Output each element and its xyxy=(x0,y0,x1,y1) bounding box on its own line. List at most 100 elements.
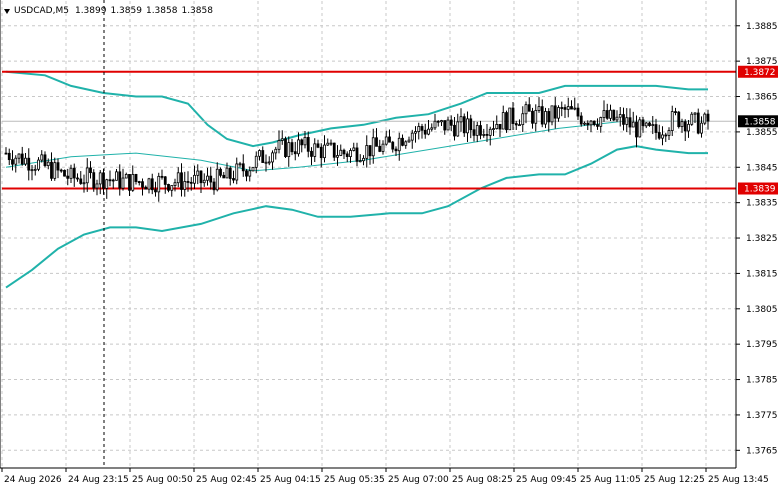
candle-body xyxy=(219,168,222,176)
candle-body xyxy=(332,142,336,158)
candle-body xyxy=(98,172,102,185)
candle-body xyxy=(602,110,606,118)
time-tick-label: 25 Aug 08:25 xyxy=(452,475,513,485)
candle-body xyxy=(24,157,27,165)
candle-body xyxy=(485,134,489,136)
candle-body xyxy=(176,172,180,184)
level-tag-label: 1.3872 xyxy=(744,68,776,78)
candle-body xyxy=(677,111,681,128)
candle-body xyxy=(433,120,437,129)
candle-body xyxy=(391,141,395,150)
candle-body xyxy=(378,145,382,152)
candle-body xyxy=(440,120,443,123)
candle-body xyxy=(173,182,177,186)
candle-body xyxy=(644,122,648,127)
quote-high: 1.3859 xyxy=(110,6,142,16)
time-tick-label: 25 Aug 00:50 xyxy=(132,475,193,485)
candle-body xyxy=(30,169,34,172)
candle-body xyxy=(56,162,60,171)
candle-body xyxy=(397,137,401,152)
candle-body xyxy=(108,179,112,182)
candle-body xyxy=(670,111,674,131)
candle-body xyxy=(319,146,323,159)
chart-window[interactable]: 1.3885 1.3875 1.3865 1.3855 1.3845 1.3835 1.38… xyxy=(0,0,781,489)
price-chart[interactable]: 1.3885 1.3875 1.3865 1.3855 1.3845 1.3835 1.38… xyxy=(0,0,781,489)
candle-body xyxy=(193,174,196,184)
time-tick-label: 25 Aug 04:15 xyxy=(260,475,321,485)
price-tick-label: 1.3825 xyxy=(746,234,778,244)
candle-body xyxy=(235,163,239,181)
candle-body xyxy=(615,116,619,121)
candle-body xyxy=(355,147,359,162)
candle-body xyxy=(628,117,632,128)
candle-body xyxy=(89,167,92,174)
candle-body xyxy=(82,182,86,185)
candle-body xyxy=(550,105,554,123)
dropdown-triangle-icon[interactable] xyxy=(4,8,10,14)
candle-body xyxy=(336,155,339,158)
candle-body xyxy=(121,177,125,189)
candle-body xyxy=(680,121,684,128)
candle-body xyxy=(323,144,326,159)
candle-body xyxy=(661,134,664,139)
candle-body xyxy=(59,169,63,172)
candle-body xyxy=(371,137,375,157)
candle-body xyxy=(352,147,356,151)
level-tag-label: 1.3839 xyxy=(744,185,776,195)
time-tick-label: 24 Aug 23:15 xyxy=(68,475,129,485)
price-tick-label: 1.3815 xyxy=(746,269,778,279)
candle-body xyxy=(388,136,391,143)
candle-body xyxy=(384,136,388,145)
candle-body xyxy=(381,143,385,152)
candle-body xyxy=(33,168,37,171)
candle-body xyxy=(547,111,551,123)
candle-body xyxy=(254,155,258,168)
candle-body xyxy=(189,181,193,184)
candle-body xyxy=(596,124,599,127)
candle-body xyxy=(592,120,596,126)
candle-body xyxy=(498,123,502,130)
candle-body xyxy=(339,149,343,156)
candle-body xyxy=(215,168,219,191)
price-axis[interactable]: 1.3885 1.3875 1.3865 1.3855 1.3845 1.3835 1.38… xyxy=(736,22,778,457)
candle-body xyxy=(563,107,567,110)
candle-body xyxy=(225,167,229,179)
price-tick-label: 1.3855 xyxy=(746,128,778,138)
candle-body xyxy=(238,163,242,166)
candle-body xyxy=(4,152,8,155)
candle-body xyxy=(53,162,57,179)
candle-body xyxy=(128,174,131,191)
candle-body xyxy=(586,122,590,126)
candle-body xyxy=(648,122,651,126)
candle-body xyxy=(589,120,593,126)
candle-body xyxy=(394,148,398,152)
candle-body xyxy=(703,113,707,124)
quote-close: 1.3858 xyxy=(181,6,213,16)
candle-body xyxy=(482,134,486,136)
candle-body xyxy=(618,114,622,118)
candle-body xyxy=(687,123,690,132)
candle-body xyxy=(436,120,440,123)
candle-body xyxy=(651,124,655,126)
candle-body xyxy=(43,154,47,166)
candle-body xyxy=(37,159,40,170)
candle-body xyxy=(599,117,603,127)
symbol-label: USDCAD,M5 xyxy=(14,6,69,16)
candle-body xyxy=(696,112,700,134)
candle-body xyxy=(79,178,83,184)
candle-body xyxy=(557,107,560,119)
candle-body xyxy=(462,116,466,134)
candle-body xyxy=(427,128,430,135)
candle-body xyxy=(566,106,570,110)
candle-body xyxy=(690,113,694,125)
candle-body xyxy=(508,107,512,131)
candle-body xyxy=(404,141,408,146)
price-tick-label: 1.3795 xyxy=(746,340,778,350)
candle-body xyxy=(514,123,518,126)
time-axis[interactable]: 24 Aug 2026 24 Aug 23:15 25 Aug 00:50 25 Au… xyxy=(1,468,769,485)
time-tick-label: 25 Aug 11:05 xyxy=(580,475,641,485)
candle-body xyxy=(423,129,427,135)
candle-body xyxy=(206,175,209,181)
candle-body xyxy=(14,157,18,165)
candle-body xyxy=(66,175,70,179)
